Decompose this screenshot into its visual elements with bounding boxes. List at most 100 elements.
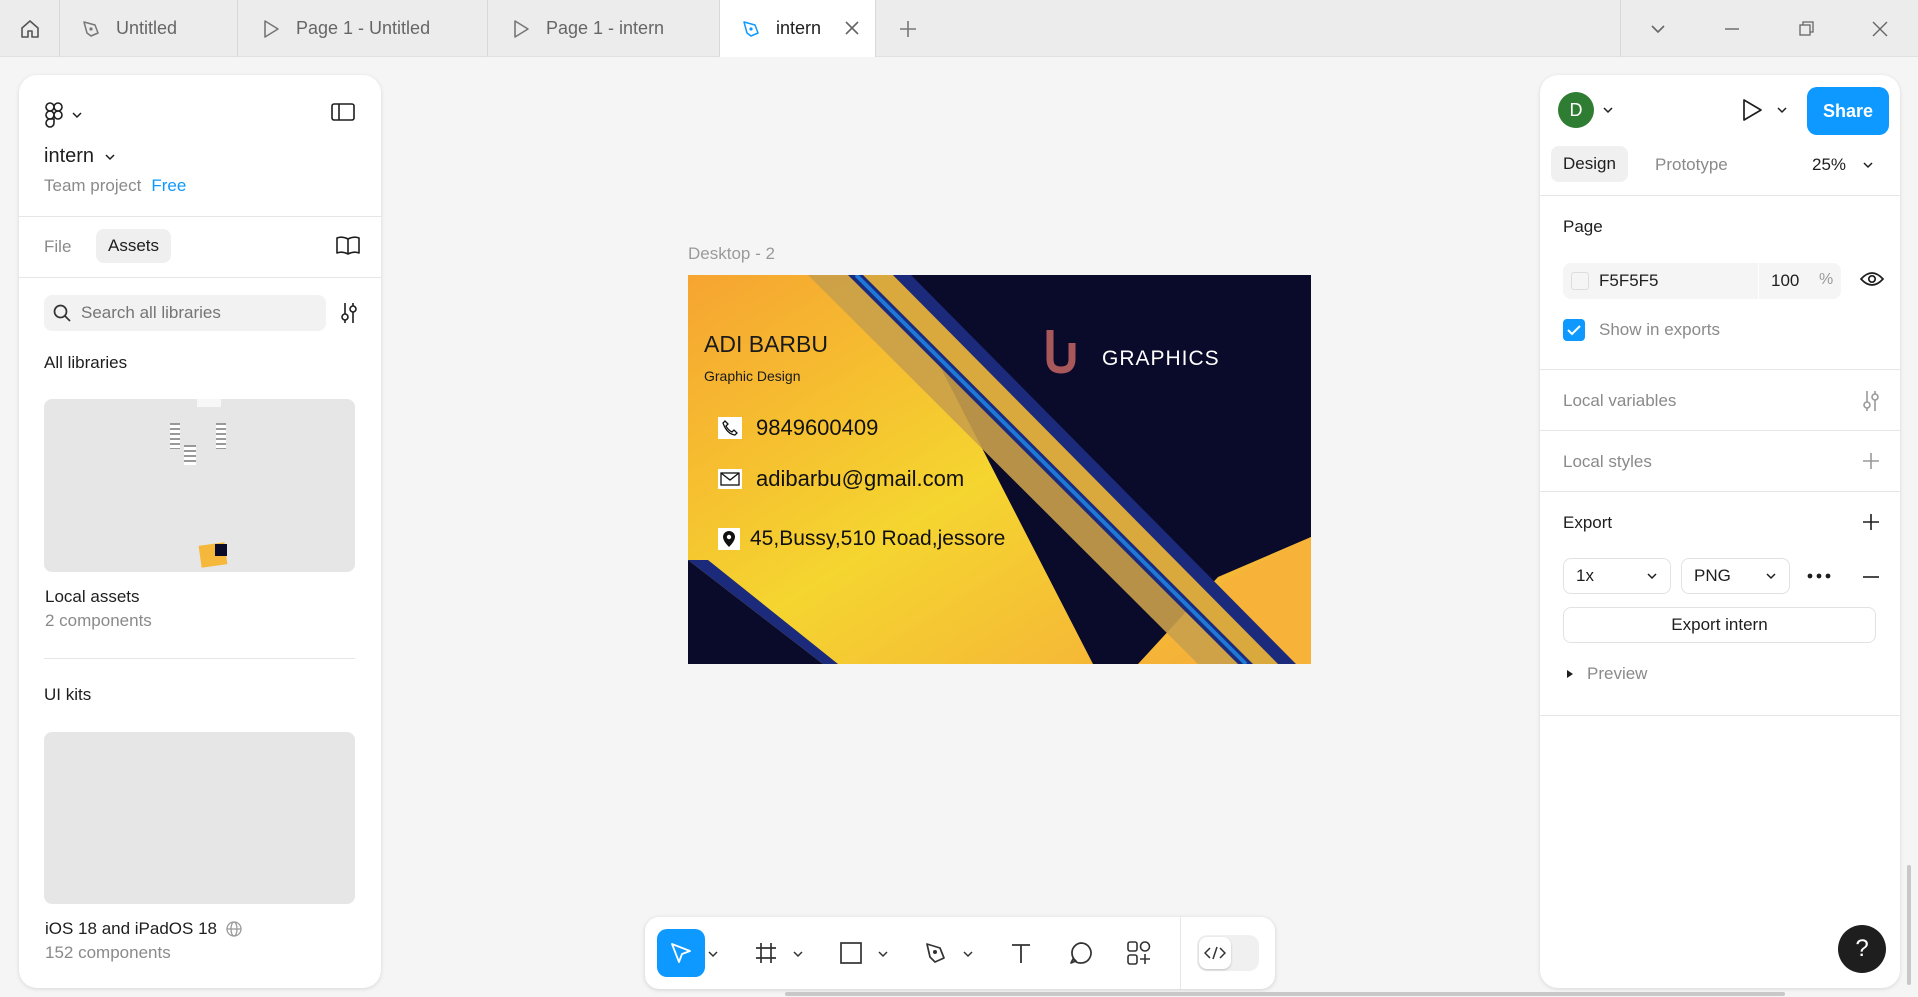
comment-tool[interactable] (1057, 929, 1105, 977)
move-tool[interactable] (657, 929, 705, 977)
checkbox[interactable] (1563, 319, 1585, 341)
page-color-field[interactable]: F5F5F5 100 % (1563, 263, 1841, 299)
plan-badge[interactable]: Free (151, 176, 186, 196)
chevron-down-icon (105, 153, 115, 160)
toggle-visibility-button[interactable] (1859, 270, 1885, 293)
color-swatch[interactable] (1571, 272, 1589, 290)
field-divider (1758, 263, 1759, 299)
export-scale-select[interactable]: 1x (1563, 558, 1671, 594)
file-name-button[interactable]: intern (44, 145, 116, 168)
ui-kits-heading: UI kits (44, 685, 92, 704)
cursor-icon (671, 943, 691, 963)
tab-page1-untitled[interactable]: Page 1 - Untitled (238, 0, 488, 57)
user-menu-button[interactable]: D (1558, 92, 1614, 128)
library-button[interactable] (335, 234, 361, 261)
close-window-button[interactable] (1843, 0, 1917, 57)
add-style-button[interactable] (1861, 451, 1881, 476)
chevron-down-icon (878, 951, 888, 958)
thumb-glyph (170, 423, 180, 449)
dev-mode-toggle[interactable] (1197, 935, 1259, 971)
present-button[interactable] (1740, 97, 1788, 123)
local-assets-title[interactable]: Local assets (45, 587, 140, 607)
percent-sign: % (1819, 271, 1834, 288)
ui-kit-thumbnail[interactable] (44, 732, 355, 904)
divider (1540, 715, 1900, 716)
tab-prototype[interactable]: Prototype (1655, 155, 1728, 175)
right-panel: D Share Design Prototype 25% Page F5F5F5… (1540, 75, 1900, 988)
zoom-dropdown[interactable]: 25% (1812, 155, 1874, 175)
pen-tool-icon (80, 18, 102, 40)
globe-icon (226, 921, 242, 937)
chevron-down-icon (1863, 162, 1873, 169)
shape-tool[interactable] (827, 929, 875, 977)
email-row: adibarbu@gmail.com (718, 466, 964, 492)
export-button[interactable]: Export intern (1563, 607, 1876, 643)
pen-tool-dropdown[interactable] (962, 947, 974, 965)
tab-file[interactable]: File (44, 237, 71, 257)
preview-toggle[interactable]: Preview (1565, 664, 1647, 684)
frame-label[interactable]: Desktop - 2 (688, 244, 775, 264)
text-icon (1012, 944, 1030, 963)
text-tool[interactable] (997, 929, 1045, 977)
show-in-exports-label: Show in exports (1599, 320, 1720, 339)
export-format-select[interactable]: PNG (1681, 558, 1790, 594)
ui-kit-title-row[interactable]: iOS 18 and iPadOS 18 (45, 919, 243, 939)
chevron-down-icon (1777, 107, 1787, 114)
export-settings-button[interactable] (1806, 567, 1832, 590)
search-field[interactable] (44, 295, 326, 331)
share-button[interactable]: Share (1807, 87, 1889, 135)
pen-tool[interactable] (912, 929, 960, 977)
page-opacity-value[interactable]: 100 (1771, 271, 1799, 291)
divider (1540, 195, 1900, 196)
main-menu-button[interactable] (45, 99, 95, 131)
all-libraries-heading: All libraries (44, 353, 128, 372)
move-tool-dropdown[interactable] (707, 947, 719, 965)
dev-mode-knob (1199, 937, 1231, 969)
horizontal-scrollbar[interactable] (785, 992, 1785, 996)
page-heading: Page (1563, 217, 1603, 236)
add-export-button[interactable] (1861, 512, 1881, 537)
plus-icon (1863, 514, 1879, 530)
shape-tool-dropdown[interactable] (877, 947, 889, 965)
tab-list-button[interactable] (1621, 0, 1695, 57)
minimize-icon (1725, 27, 1739, 30)
frame-tool-dropdown[interactable] (792, 947, 804, 965)
tab-design[interactable]: Design (1551, 146, 1628, 182)
chevron-down-icon (1651, 24, 1665, 33)
help-button[interactable]: ? (1838, 925, 1886, 973)
card-phone: 9849600409 (756, 415, 879, 440)
card-role: Graphic Design (704, 368, 801, 384)
sliders-icon (341, 303, 357, 323)
show-in-exports-checkbox[interactable]: Show in exports (1563, 319, 1720, 341)
close-icon[interactable] (842, 18, 862, 38)
business-card-frame[interactable]: ADI BARBU Graphic Design 9849600409 adib… (688, 275, 1311, 664)
divider (19, 277, 381, 278)
tab-untitled[interactable]: Untitled (60, 0, 238, 57)
figma-logo-icon (45, 102, 63, 128)
minimize-button[interactable] (1695, 0, 1769, 57)
actions-tool[interactable] (1115, 929, 1163, 977)
tab-intern[interactable]: intern (720, 0, 876, 57)
export-scale-value: 1x (1576, 566, 1594, 585)
home-button[interactable] (0, 0, 60, 57)
local-assets-thumbnail[interactable] (44, 399, 355, 572)
local-variables-label[interactable]: Local variables (1563, 391, 1676, 411)
search-input[interactable] (81, 303, 321, 323)
tab-page1-intern[interactable]: Page 1 - intern (488, 0, 720, 57)
restore-button[interactable] (1769, 0, 1843, 57)
frame-tool[interactable] (742, 929, 790, 977)
check-icon (1567, 325, 1581, 336)
ui-kit-count: 152 components (45, 943, 171, 962)
new-tab-button[interactable] (896, 17, 920, 41)
remove-export-button[interactable] (1861, 567, 1881, 592)
library-filter-button[interactable] (338, 301, 360, 330)
local-variables-button[interactable] (1860, 389, 1882, 418)
chevron-down-icon (793, 951, 803, 958)
local-styles-label: Local styles (1563, 452, 1652, 471)
tab-assets[interactable]: Assets (96, 229, 172, 263)
chevron-down-icon (1603, 107, 1613, 114)
bottom-toolbar (645, 917, 1275, 989)
help-icon: ? (1855, 935, 1869, 962)
toggle-sidebar-button[interactable] (330, 101, 356, 127)
vertical-scrollbar[interactable] (1907, 865, 1911, 985)
